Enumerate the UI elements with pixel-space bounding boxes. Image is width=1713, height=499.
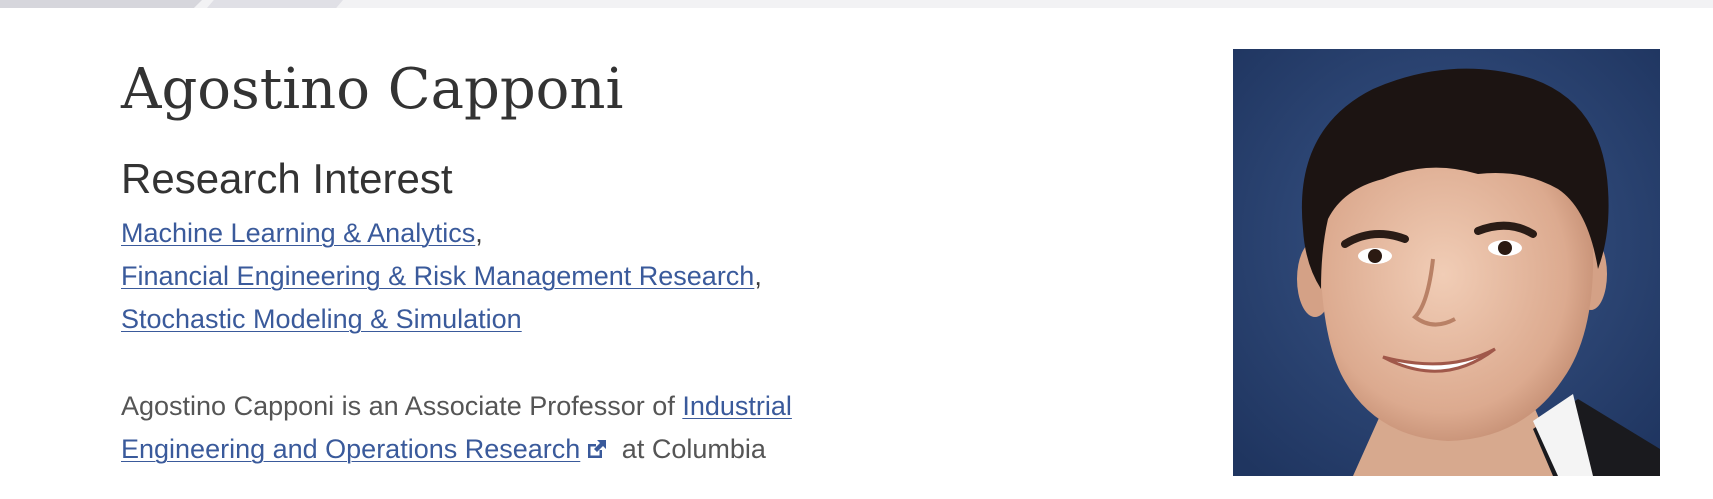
profile-bio: Agostino Capponi is an Associate Profess… — [121, 385, 841, 472]
top-bar-segment — [0, 0, 202, 8]
profile-name: Agostino Capponi — [121, 57, 624, 122]
list-item: Machine Learning & Analytics, — [121, 212, 881, 255]
bio-text: Agostino Capponi is an Associate Profess… — [121, 391, 683, 421]
top-bar-segment — [207, 0, 343, 8]
profile-photo — [1233, 49, 1660, 476]
research-interest-list: Machine Learning & Analytics, Financial … — [121, 212, 881, 341]
interest-separator: , — [754, 261, 762, 291]
research-interest-heading: Research Interest — [121, 155, 453, 202]
interest-link-financial-engineering[interactable]: Financial Engineering & Risk Management … — [121, 261, 754, 291]
list-item: Stochastic Modeling & Simulation — [121, 298, 881, 341]
interest-link-machine-learning[interactable]: Machine Learning & Analytics — [121, 218, 475, 248]
top-decorative-bar — [0, 0, 1713, 8]
bio-text: at Columbia — [614, 434, 766, 464]
interest-link-stochastic-modeling[interactable]: Stochastic Modeling & Simulation — [121, 304, 522, 334]
list-item: Financial Engineering & Risk Management … — [121, 255, 881, 298]
interest-separator: , — [475, 218, 483, 248]
profile-content: Agostino Capponi Research Interest Machi… — [121, 50, 881, 499]
external-link-icon — [586, 429, 608, 472]
